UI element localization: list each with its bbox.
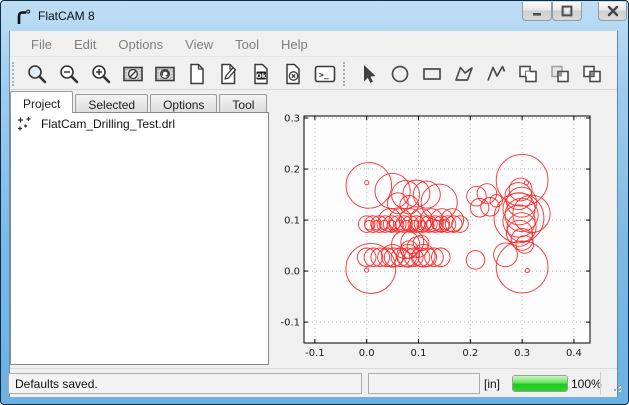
x-tick-label: -0.1 bbox=[305, 348, 325, 359]
edit-file-icon bbox=[217, 62, 241, 86]
menu-file[interactable]: File bbox=[20, 34, 63, 55]
draw-circle-button[interactable] bbox=[387, 61, 413, 87]
y-tick-label: -0.1 bbox=[280, 318, 300, 329]
window-title: FlatCAM 8 bbox=[38, 9, 95, 23]
y-tick-label: 0.3 bbox=[284, 114, 300, 125]
maximize-button[interactable] bbox=[552, 2, 582, 21]
select-icon bbox=[356, 62, 380, 86]
draw-rectangle-icon bbox=[420, 62, 444, 86]
new-file-button[interactable] bbox=[184, 61, 210, 87]
flatcam-logo-icon bbox=[14, 8, 32, 26]
statusbar-separator bbox=[600, 372, 601, 395]
project-tree-panel: FlatCam_Drilling_Test.drl bbox=[10, 112, 269, 365]
zoom-in-icon bbox=[89, 62, 113, 86]
close-icon bbox=[607, 5, 619, 17]
zoom-in-button[interactable] bbox=[88, 61, 114, 87]
draw-path-button[interactable] bbox=[483, 61, 509, 87]
status-message: Defaults saved. bbox=[8, 373, 362, 394]
draw-polygon-button[interactable] bbox=[451, 61, 477, 87]
zoom-fit-button[interactable] bbox=[24, 61, 50, 87]
toolbar-drag-handle[interactable] bbox=[12, 62, 18, 86]
minimize-icon bbox=[531, 5, 543, 17]
replot-button[interactable] bbox=[152, 61, 178, 87]
menu-options[interactable]: Options bbox=[107, 34, 174, 55]
draw-circle-icon bbox=[388, 62, 412, 86]
close-button[interactable] bbox=[598, 2, 627, 21]
svg-text:Ok: Ok bbox=[256, 71, 267, 79]
polygon-union-icon bbox=[516, 62, 540, 86]
ok-file-icon: Ok bbox=[249, 62, 273, 86]
progress-bar bbox=[512, 375, 568, 392]
menu-edit[interactable]: Edit bbox=[63, 34, 107, 55]
edit-file-button[interactable] bbox=[216, 61, 242, 87]
y-tick-label: 0.2 bbox=[284, 165, 300, 176]
status-secondary-panel bbox=[368, 373, 480, 394]
maximize-icon bbox=[561, 5, 573, 17]
y-tick-label: 0.0 bbox=[284, 267, 300, 278]
shell-icon: >_ bbox=[313, 62, 337, 86]
replot-icon bbox=[153, 62, 177, 86]
progress-percent-label: 100% bbox=[571, 377, 602, 391]
x-tick-label: 0.4 bbox=[566, 348, 582, 359]
flatcam-window: FlatCAM 8 FileEditOptionsViewToolHelp Ok… bbox=[0, 0, 629, 405]
clear-plot-button[interactable] bbox=[120, 61, 146, 87]
tab-bar: ProjectSelectedOptionsTool bbox=[10, 91, 269, 113]
zoom-fit-icon bbox=[25, 62, 49, 86]
x-tick-label: 0.2 bbox=[462, 348, 478, 359]
polygon-union-button[interactable] bbox=[515, 61, 541, 87]
menu-help[interactable]: Help bbox=[270, 34, 319, 55]
zoom-out-button[interactable] bbox=[56, 61, 82, 87]
tree-item-label: FlatCam_Drilling_Test.drl bbox=[41, 117, 175, 131]
cancel-file-button[interactable] bbox=[280, 61, 306, 87]
polygon-subtract-button[interactable] bbox=[547, 61, 573, 87]
polygon-intersect-icon bbox=[580, 62, 604, 86]
status-bar: Defaults saved. [in] 100% bbox=[10, 368, 617, 397]
draw-path-icon bbox=[484, 62, 508, 86]
x-tick-label: 0.0 bbox=[359, 348, 375, 359]
plot-canvas[interactable]: -0.1 0.0 0.1 0.2 0.3 0.4 -0.1 0.0 0.1 0.2 0.3 bbox=[272, 113, 602, 366]
svg-text:>_: >_ bbox=[319, 70, 329, 79]
drill-object-icon bbox=[17, 116, 34, 132]
menu-view[interactable]: View bbox=[174, 34, 224, 55]
new-file-icon bbox=[185, 62, 209, 86]
shell-button[interactable]: >_ bbox=[312, 61, 338, 87]
resize-grip[interactable] bbox=[608, 379, 622, 393]
tab-options[interactable]: Options bbox=[150, 94, 217, 113]
ok-file-button[interactable]: Ok bbox=[248, 61, 274, 87]
minimize-button[interactable] bbox=[522, 2, 552, 21]
tab-selected[interactable]: Selected bbox=[75, 94, 148, 113]
select-button[interactable] bbox=[355, 61, 381, 87]
draw-polygon-icon bbox=[452, 62, 476, 86]
tab-project[interactable]: Project bbox=[10, 91, 73, 113]
client-area: FileEditOptionsViewToolHelp Ok>_ Project… bbox=[9, 31, 618, 397]
title-bar: FlatCAM 8 bbox=[1, 1, 628, 31]
menu-bar: FileEditOptionsViewToolHelp bbox=[10, 33, 617, 57]
draw-rectangle-button[interactable] bbox=[419, 61, 445, 87]
units-indicator: [in] bbox=[484, 377, 500, 391]
polygon-intersect-button[interactable] bbox=[579, 61, 605, 87]
menu-tool[interactable]: Tool bbox=[224, 34, 270, 55]
toolbar: Ok >_ bbox=[10, 58, 617, 90]
x-tick-label: 0.3 bbox=[514, 348, 530, 359]
x-tick-label: 0.1 bbox=[411, 348, 427, 359]
polygon-subtract-icon bbox=[548, 62, 572, 86]
zoom-out-icon bbox=[57, 62, 81, 86]
tree-item-drill-object[interactable]: FlatCam_Drilling_Test.drl bbox=[11, 113, 268, 134]
clear-plot-icon bbox=[121, 62, 145, 86]
progress-fill bbox=[513, 376, 567, 391]
y-tick-label: 0.1 bbox=[284, 216, 300, 227]
toolbar-drag-handle[interactable] bbox=[343, 62, 349, 86]
cancel-file-icon bbox=[281, 62, 305, 86]
tab-tool[interactable]: Tool bbox=[219, 94, 267, 113]
